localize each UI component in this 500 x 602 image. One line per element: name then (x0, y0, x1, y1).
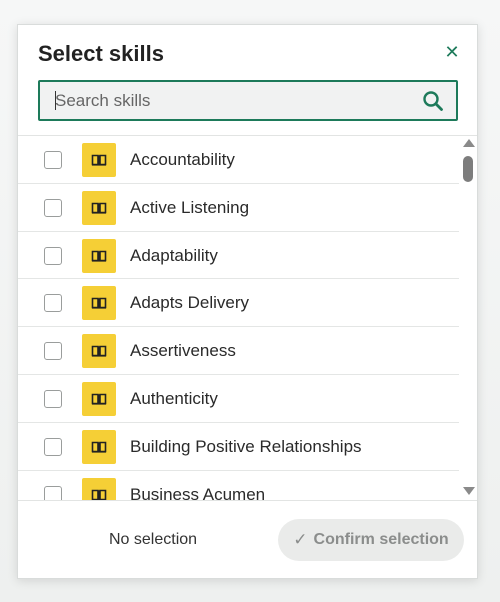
skill-checkbox[interactable] (44, 198, 62, 217)
book-icon (82, 190, 116, 225)
dialog-title: Select skills (38, 41, 164, 66)
scroll-down-arrow-icon[interactable] (463, 487, 475, 495)
skill-row[interactable]: Building Positive Relationships (18, 423, 459, 471)
select-skills-dialog: Select skills ✕ Accountability Active Lis… (17, 24, 478, 579)
scroll-up-arrow-icon[interactable] (463, 139, 475, 147)
skill-checkbox[interactable] (44, 342, 62, 361)
skill-checkbox[interactable] (44, 151, 62, 169)
skill-label: Adapts Delivery (130, 293, 250, 313)
skill-row[interactable]: Accountability (18, 136, 459, 184)
skill-label: Active Listening (130, 197, 250, 217)
dialog-footer: No selection ✓ Confirm selection (18, 500, 477, 578)
scrollbar[interactable] (459, 136, 477, 500)
skill-label: Building Positive Relationships (130, 436, 362, 456)
skill-checkbox[interactable] (44, 437, 62, 456)
skill-label: Adaptability (130, 245, 218, 265)
book-icon (82, 143, 116, 177)
book-icon (82, 477, 116, 500)
book-icon (82, 238, 116, 273)
skill-checkbox[interactable] (44, 485, 62, 500)
search-field[interactable] (38, 80, 458, 121)
skill-label: Authenticity (130, 388, 218, 408)
checkmark-icon: ✓ (293, 530, 308, 549)
text-cursor (55, 91, 56, 110)
scroll-thumb[interactable] (463, 156, 473, 182)
search-icon[interactable] (422, 90, 444, 112)
skill-checkbox[interactable] (44, 294, 62, 313)
search-input[interactable] (40, 82, 410, 119)
close-button[interactable]: ✕ (442, 41, 462, 63)
skill-checkbox[interactable] (44, 246, 62, 265)
skill-row[interactable]: Active Listening (18, 184, 459, 232)
selection-status: No selection (109, 531, 198, 548)
confirm-selection-label: Confirm selection (313, 531, 449, 548)
book-icon (82, 381, 116, 416)
book-icon (82, 286, 116, 321)
skill-row[interactable]: Authenticity (18, 375, 459, 423)
book-icon (82, 429, 116, 464)
skill-row[interactable]: Assertiveness (18, 327, 459, 375)
skill-label: Assertiveness (130, 341, 236, 361)
skills-list-container: Accountability Active Listening Adaptabili… (18, 135, 477, 500)
skill-row[interactable]: Adapts Delivery (18, 279, 459, 328)
skills-list: Accountability Active Listening Adaptabili… (18, 136, 459, 500)
book-icon (82, 334, 116, 369)
skill-row[interactable]: Adaptability (18, 232, 459, 280)
skill-checkbox[interactable] (44, 389, 62, 408)
close-icon: ✕ (444, 41, 460, 62)
confirm-selection-button[interactable]: ✓ Confirm selection (278, 519, 464, 561)
skill-row[interactable]: Business Acumen (18, 471, 459, 500)
skill-label: Business Acumen (130, 484, 266, 500)
skill-label: Accountability (130, 150, 235, 169)
